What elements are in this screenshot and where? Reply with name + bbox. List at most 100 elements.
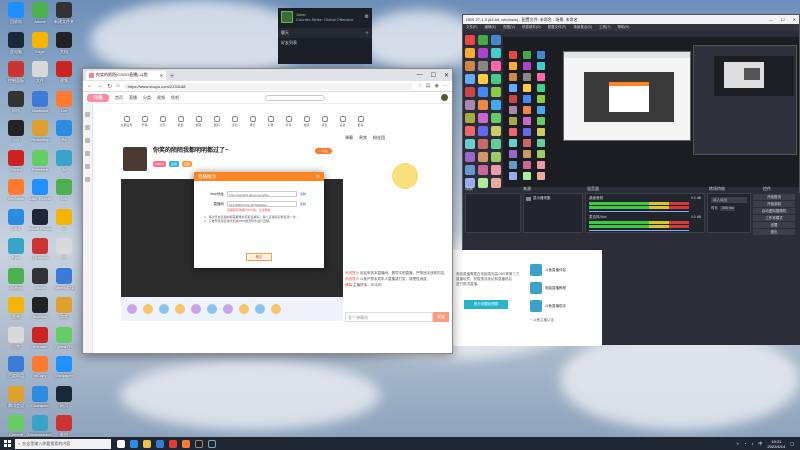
source-item[interactable]: 显示器采集: [533, 196, 551, 201]
transitions-panel[interactable]: 淡入淡出 时长 300 ms: [707, 193, 751, 233]
chevron-up-icon[interactable]: ˄: [737, 441, 739, 446]
site-nav-item[interactable]: 鱼吧: [171, 95, 179, 101]
steam-chat-row[interactable]: 聊天 ＋: [278, 28, 372, 38]
desktop-icon[interactable]: Id: [52, 208, 76, 231]
tab-bar[interactable]: 你笑的陌陌(CSGO直播)-斗鱼 ✕ ＋ — ☐ ✕: [83, 69, 452, 81]
desktop-icon[interactable]: 截图: [52, 415, 76, 438]
desktop-icon[interactable]: 网易云: [4, 267, 28, 291]
notification-icon[interactable]: ▢: [790, 441, 794, 446]
desktop-icon[interactable]: Lightroom: [28, 238, 52, 260]
chat-input[interactable]: 发个弹幕呗: [345, 312, 433, 322]
minimize-icon[interactable]: —: [417, 72, 423, 79]
function-item[interactable]: 更多: [355, 116, 366, 127]
list-item[interactable]: 斗鱼直播助手: [530, 300, 566, 312]
duration-input[interactable]: 300 ms: [720, 206, 736, 211]
desktop-icon[interactable]: 网络: [4, 90, 28, 114]
desktop-icon[interactable]: Bridge: [28, 267, 52, 290]
desktop-icon[interactable]: Steam: [4, 149, 28, 172]
copy-key-button[interactable]: 复制: [300, 202, 306, 206]
new-tab-icon[interactable]: ＋: [169, 71, 175, 80]
star-icon[interactable]: ☆: [417, 83, 421, 89]
rail-icon[interactable]: [85, 125, 90, 130]
menu-item[interactable]: 工具(T): [599, 25, 610, 30]
start-button[interactable]: [0, 437, 14, 450]
desktop-icon[interactable]: 视频: [52, 61, 76, 84]
desktop-icon[interactable]: Dreamweaver: [28, 415, 52, 437]
help-footer[interactable]: + 斗鱼主播认证: [530, 318, 554, 323]
desktop-icon[interactable]: Steam游戏: [52, 267, 76, 291]
desktop-icon[interactable]: Opera GX: [52, 326, 76, 349]
maximize-icon[interactable]: ☐: [781, 17, 785, 22]
function-item[interactable]: 礼物: [265, 116, 276, 127]
scenes-list[interactable]: [465, 193, 521, 233]
sources-list[interactable]: 显示器采集: [523, 193, 583, 233]
desktop-icon[interactable]: Epic: [4, 238, 28, 260]
chat-user[interactable]: 系统提示: [345, 277, 359, 281]
desktop-icon[interactable]: 控制面板: [4, 61, 28, 84]
stream-tag[interactable]: 在线: [168, 161, 179, 167]
function-item[interactable]: 分区: [157, 116, 168, 127]
site-nav-item[interactable]: 分类: [143, 95, 151, 101]
desktop-icon[interactable]: Pl: [52, 238, 76, 260]
rail-icon[interactable]: [85, 177, 90, 182]
avatar[interactable]: [441, 94, 448, 101]
desktop-icon[interactable]: 文件: [28, 61, 52, 84]
desktop-icon[interactable]: 文档: [52, 31, 76, 55]
function-item[interactable]: 粉丝: [175, 116, 186, 127]
site-nav-item[interactable]: 首页: [115, 95, 123, 101]
gift-icon[interactable]: [191, 304, 201, 314]
clock[interactable]: 19:21 2022/4/14: [767, 439, 785, 449]
copy-rtmp-button[interactable]: 复制: [300, 192, 306, 196]
desktop-icon[interactable]: Character: [28, 385, 52, 408]
stream-dialog[interactable]: 直播推流 ✕ rtmp地址 rtmp://sendtc3.douyu.com/l…: [194, 172, 324, 268]
list-item[interactable]: 斗鱼直播伴侣: [530, 264, 566, 276]
steam-icon[interactable]: [208, 439, 216, 448]
collections-icon[interactable]: ▤: [426, 83, 431, 89]
minimize-icon[interactable]: —: [769, 17, 773, 22]
chat-tab[interactable]: 粉丝团: [373, 135, 385, 141]
close-icon[interactable]: ✕: [444, 72, 449, 79]
tab-douyu[interactable]: 你笑的陌陌(CSGO直播)-斗鱼 ✕: [86, 70, 166, 80]
function-item[interactable]: 消息: [319, 116, 330, 127]
desktop-icon[interactable]: WeGame: [4, 179, 28, 201]
function-item[interactable]: 排行: [247, 116, 258, 127]
function-item[interactable]: 抽奖: [301, 116, 312, 127]
refresh-icon[interactable]: ↻: [107, 83, 112, 90]
browser-window[interactable]: 你笑的陌陌(CSGO直播)-斗鱼 ✕ ＋ — ☐ ✕ ← → ↻ ⌂ https…: [82, 68, 453, 354]
desktop-icon[interactable]: Animate: [28, 326, 52, 349]
desktop-icon[interactable]: Wallpaper: [52, 356, 76, 378]
ime-icon[interactable]: 中: [758, 441, 762, 447]
steam-friends-footer[interactable]: 好友列表: [278, 38, 372, 48]
gift-icon[interactable]: [271, 304, 281, 314]
steam-friends-popup[interactable]: Joker Counter-Strike: Global Offensive ⚙…: [278, 8, 372, 64]
obs-control-button[interactable]: 工作室模式: [753, 215, 795, 221]
desktop-icon[interactable]: Media Encoder: [28, 208, 52, 231]
desktop-icon[interactable]: 回收站: [4, 2, 28, 25]
obs-control-button[interactable]: 开始推流: [753, 194, 795, 200]
function-item[interactable]: 设置: [337, 116, 348, 127]
menu-item[interactable]: 配置文件(P): [548, 25, 567, 30]
feedback-button[interactable]: 官方问题反馈群: [464, 300, 508, 309]
menu-item[interactable]: 停靠部件(D): [522, 25, 541, 30]
function-item[interactable]: 主播任务: [121, 116, 133, 127]
obs-control-button[interactable]: 设置: [753, 222, 795, 228]
rail-icon[interactable]: [85, 164, 90, 169]
chat-tab[interactable]: 贵宾: [359, 135, 367, 141]
avatar[interactable]: [281, 11, 293, 23]
menu-item[interactable]: 帮助(H): [618, 25, 630, 30]
desktop-icon[interactable]: Edge: [28, 31, 52, 54]
function-item[interactable]: 背包: [283, 116, 294, 127]
chat-user[interactable]: 弹幕: [345, 283, 352, 287]
gift-icon[interactable]: [143, 304, 153, 314]
obs-preview[interactable]: [503, 37, 799, 187]
task-view-icon[interactable]: [117, 439, 125, 448]
douyu-icon[interactable]: [182, 439, 190, 448]
stream-tag[interactable]: CSGO: [153, 161, 166, 167]
volume-slider[interactable]: [589, 230, 689, 231]
menu-item[interactable]: 视图(V): [503, 25, 515, 30]
desktop-icon[interactable]: Illustrator: [28, 90, 52, 113]
edge-icon[interactable]: [130, 439, 138, 448]
desktop-icon[interactable]: 雷神: [4, 297, 28, 320]
follow-button[interactable]: + 关注: [315, 148, 332, 154]
avatar[interactable]: [123, 147, 147, 171]
